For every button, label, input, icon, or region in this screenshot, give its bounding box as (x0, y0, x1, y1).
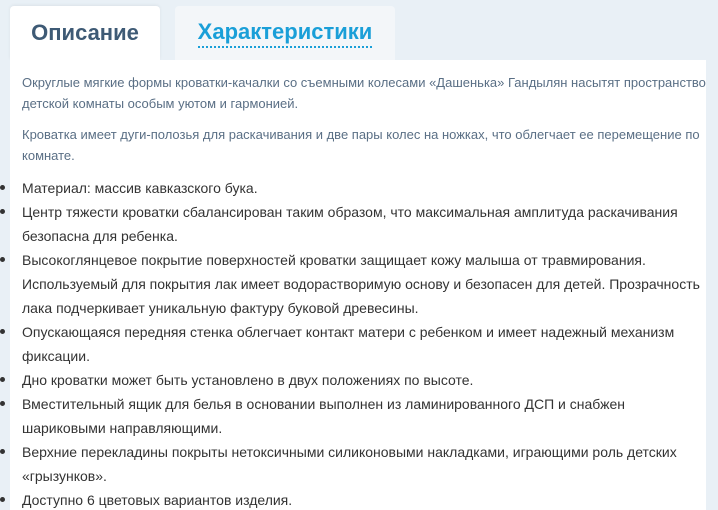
list-item-text: Высокоглянцевое покрытие поверхностей кр… (22, 252, 700, 316)
list-item: Вместительный ящик для белья в основании… (0, 392, 706, 440)
description-paragraph: Кроватка имеет дуги-полозья для раскачив… (22, 127, 700, 163)
bullet-icon (0, 257, 5, 262)
list-item-text: Вместительный ящик для белья в основании… (22, 396, 626, 436)
description-paragraph: Округлые мягкие формы кроватки-качалки с… (22, 75, 706, 111)
tab-characteristics-label: Характеристики (197, 19, 373, 48)
bullet-icon (0, 377, 5, 382)
tab-characteristics[interactable]: Характеристики (175, 6, 395, 60)
list-item-text: Материал: массив кавказского бука. (22, 180, 258, 196)
list-item-text: Опускающаяся передняя стенка облегчает к… (22, 324, 675, 364)
list-item: Доступно 6 цветовых вариантов изделия. (0, 488, 706, 510)
tab-description-label: Описание (31, 20, 139, 45)
list-item-text: Доступно 6 цветовых вариантов изделия. (22, 492, 293, 508)
list-item-text: Центр тяжести кроватки сбалансирован так… (22, 204, 678, 244)
bullet-icon (0, 209, 5, 214)
list-item: Центр тяжести кроватки сбалансирован так… (0, 200, 706, 248)
list-item: Материал: массив кавказского бука. (0, 176, 706, 200)
bullet-icon (0, 449, 5, 454)
bullet-icon (0, 329, 5, 334)
features-list: Материал: массив кавказского бука. Центр… (0, 176, 706, 510)
bullet-icon (0, 497, 5, 502)
bullet-icon (0, 401, 5, 406)
list-item: Высокоглянцевое покрытие поверхностей кр… (0, 248, 706, 320)
tab-description[interactable]: Описание (10, 6, 160, 60)
list-item-text: Верхние перекладины покрыты нетоксичными… (22, 444, 677, 484)
bullet-icon (0, 185, 5, 190)
list-item: Опускающаяся передняя стенка облегчает к… (0, 320, 706, 368)
tab-bar: Описание Характеристики (0, 0, 718, 60)
product-tabs-widget: Описание Характеристики Округлые мягкие … (0, 0, 718, 510)
list-item-text: Дно кроватки может быть установлено в дв… (22, 372, 474, 388)
list-item: Дно кроватки может быть установлено в дв… (0, 368, 706, 392)
list-item: Верхние перекладины покрыты нетоксичными… (0, 440, 706, 488)
description-panel: Округлые мягкие формы кроватки-качалки с… (0, 60, 706, 510)
